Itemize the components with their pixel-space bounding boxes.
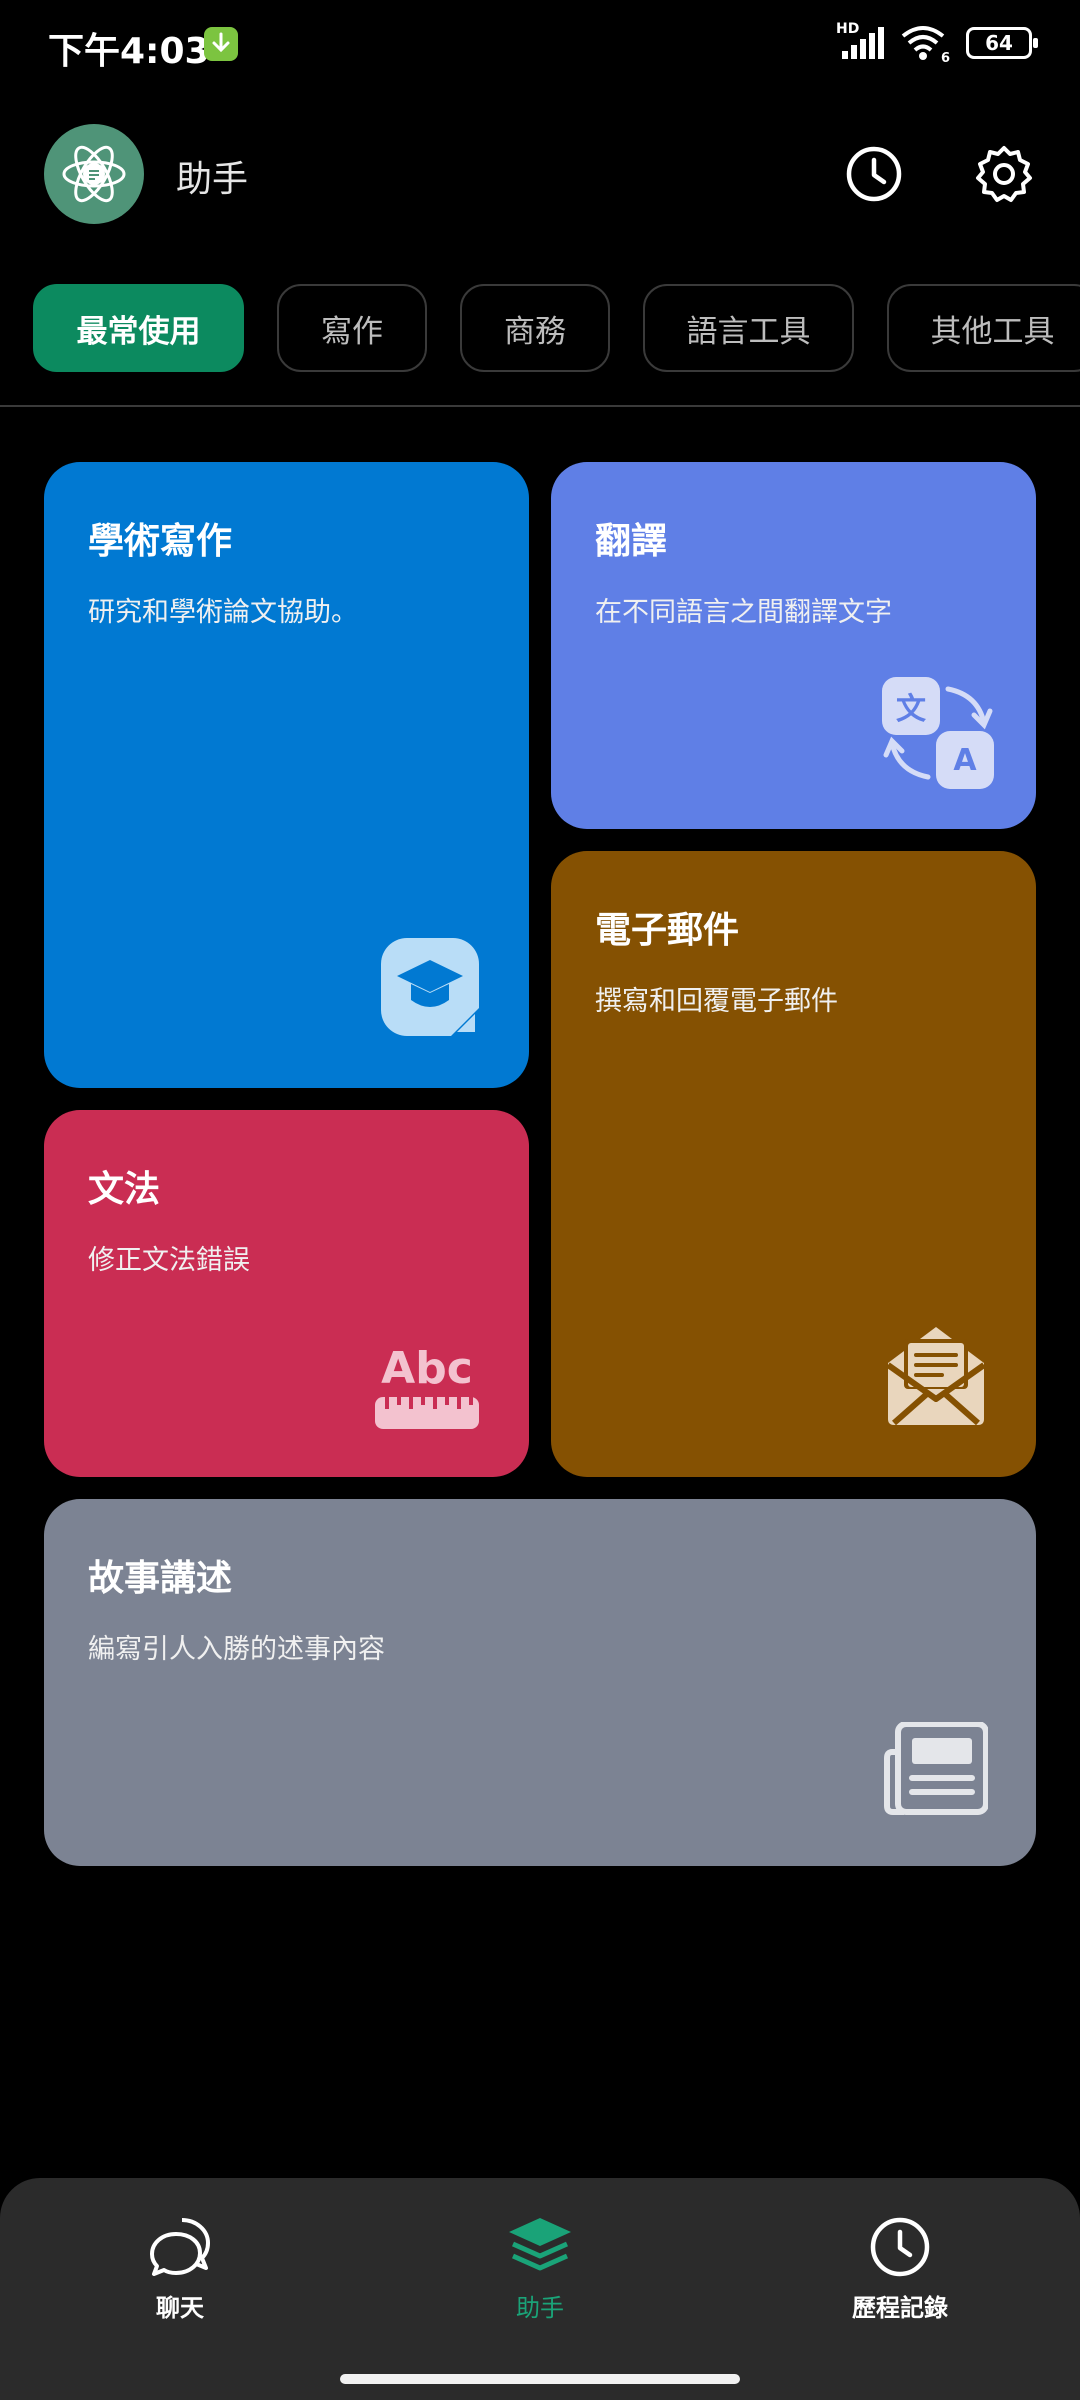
- status-time: 下午4:03: [48, 31, 210, 72]
- tab-divider: [0, 405, 1080, 407]
- battery-level: 64: [985, 31, 1013, 55]
- chat-bubbles-icon: [150, 2218, 210, 2276]
- abc-ruler-icon: Abc: [373, 1345, 481, 1431]
- card-academic-writing[interactable]: 學術寫作 研究和學術論文協助。: [44, 462, 529, 1088]
- abc-glyph: Abc: [381, 1343, 473, 1394]
- nav-label: 歷程記錄: [852, 2294, 948, 2322]
- cellular-signal-icon: HD: [836, 21, 884, 61]
- card-title: 故事講述: [88, 1558, 233, 1599]
- tab-business[interactable]: 商務: [460, 284, 610, 372]
- nav-label: 聊天: [156, 2294, 204, 2322]
- nav-history[interactable]: 歷程記錄: [790, 2216, 1010, 2323]
- page-title: 助手: [176, 159, 249, 200]
- card-description: 在不同語言之間翻譯文字: [595, 597, 892, 628]
- graduation-cap-icon: [379, 936, 481, 1042]
- card-title: 電子郵件: [595, 910, 740, 951]
- layers-icon: [509, 2218, 571, 2271]
- card-title: 學術寫作: [88, 521, 233, 562]
- clock-icon: [870, 2217, 930, 2277]
- open-envelope-icon: [884, 1323, 988, 1431]
- tab-other-tools[interactable]: 其他工具: [887, 284, 1080, 372]
- card-description: 撰寫和回覆電子郵件: [595, 986, 838, 1017]
- bottom-navigation: 聊天 助手 歷程記錄: [0, 2178, 1080, 2400]
- card-description: 編寫引人入勝的述事內容: [88, 1634, 385, 1665]
- card-storytelling[interactable]: 故事講述 編寫引人入勝的述事內容: [44, 1499, 1036, 1866]
- gear-icon: [976, 146, 1032, 202]
- status-indicators: HD 6 64: [836, 21, 1038, 66]
- newspaper-icon: [884, 1721, 989, 1820]
- download-notification-icon: [204, 27, 238, 61]
- history-button[interactable]: [842, 142, 906, 206]
- home-indicator[interactable]: [340, 2374, 740, 2384]
- settings-button[interactable]: [972, 142, 1036, 206]
- category-tabs: 最常使用 寫作 商務 語言工具 其他工具: [33, 284, 1080, 372]
- card-translate[interactable]: 翻譯 在不同語言之間翻譯文字 文 A: [551, 462, 1036, 829]
- tab-most-used[interactable]: 最常使用: [33, 284, 244, 372]
- card-description: 修正文法錯誤: [88, 1245, 250, 1276]
- translate-icon: 文 A: [882, 677, 994, 789]
- nav-assistant[interactable]: 助手: [430, 2216, 650, 2323]
- card-title: 翻譯: [595, 521, 668, 562]
- wifi-icon: 6: [900, 24, 950, 66]
- header: 助手: [44, 124, 1036, 224]
- wifi-level-label: 6: [940, 51, 950, 66]
- tab-writing[interactable]: 寫作: [277, 284, 427, 372]
- clock-icon: [846, 146, 902, 202]
- battery-icon: 64: [966, 27, 1038, 59]
- tab-language-tools[interactable]: 語言工具: [643, 284, 854, 372]
- card-title: 文法: [88, 1169, 161, 1210]
- nav-label: 助手: [516, 2294, 564, 2322]
- card-description: 研究和學術論文協助。: [88, 597, 358, 628]
- card-email[interactable]: 電子郵件 撰寫和回覆電子郵件: [551, 851, 1036, 1477]
- assistant-atom-icon[interactable]: [44, 124, 144, 224]
- nav-chat[interactable]: 聊天: [70, 2216, 290, 2323]
- card-grammar[interactable]: 文法 修正文法錯誤 Abc: [44, 1110, 529, 1477]
- status-bar: 下午4:03 HD 6 64: [0, 0, 1080, 92]
